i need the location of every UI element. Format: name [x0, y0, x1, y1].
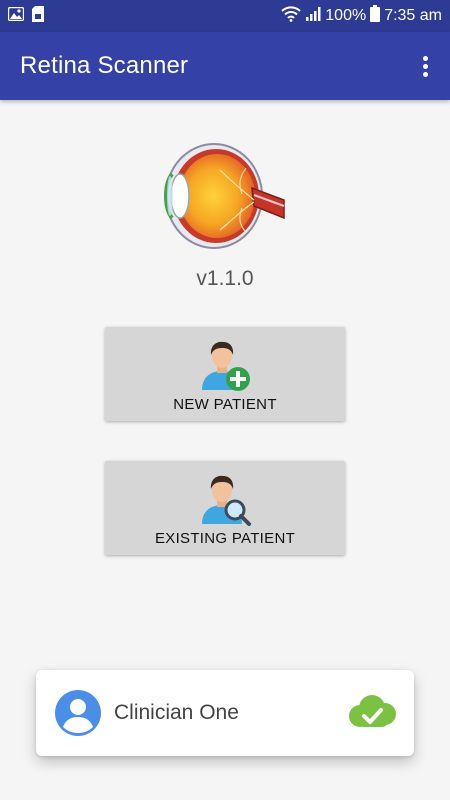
cloud-check-icon[interactable]: [344, 692, 400, 734]
image-icon: [7, 6, 25, 26]
eye-anatomy-icon: [162, 140, 288, 252]
account-circle-icon: [54, 689, 102, 737]
status-bar: 100% 7:35 am: [0, 0, 450, 32]
add-patient-icon: [198, 338, 252, 392]
status-left: [7, 5, 44, 27]
existing-patient-label: EXISTING PATIENT: [154, 530, 296, 547]
search-patient-icon: [198, 472, 252, 526]
user-card[interactable]: Clinician One: [36, 670, 414, 756]
sd-card-icon: [32, 5, 44, 27]
app-bar: Retina Scanner: [0, 32, 450, 100]
overflow-menu-icon[interactable]: [421, 50, 430, 83]
existing-patient-button[interactable]: EXISTING PATIENT: [105, 461, 345, 555]
app-title: Retina Scanner: [20, 52, 189, 79]
new-patient-label: NEW PATIENT: [173, 396, 277, 413]
clock: 7:35 am: [384, 7, 442, 24]
new-patient-button[interactable]: NEW PATIENT: [105, 327, 345, 421]
status-right: 100% 7:35 am: [281, 5, 442, 27]
signal-icon: [305, 6, 321, 27]
user-name: Clinician One: [114, 701, 239, 724]
battery-percent: 100%: [325, 7, 367, 24]
wifi-icon: [281, 5, 301, 27]
version-label: v1.1.0: [196, 267, 254, 290]
battery-icon: [370, 5, 381, 27]
